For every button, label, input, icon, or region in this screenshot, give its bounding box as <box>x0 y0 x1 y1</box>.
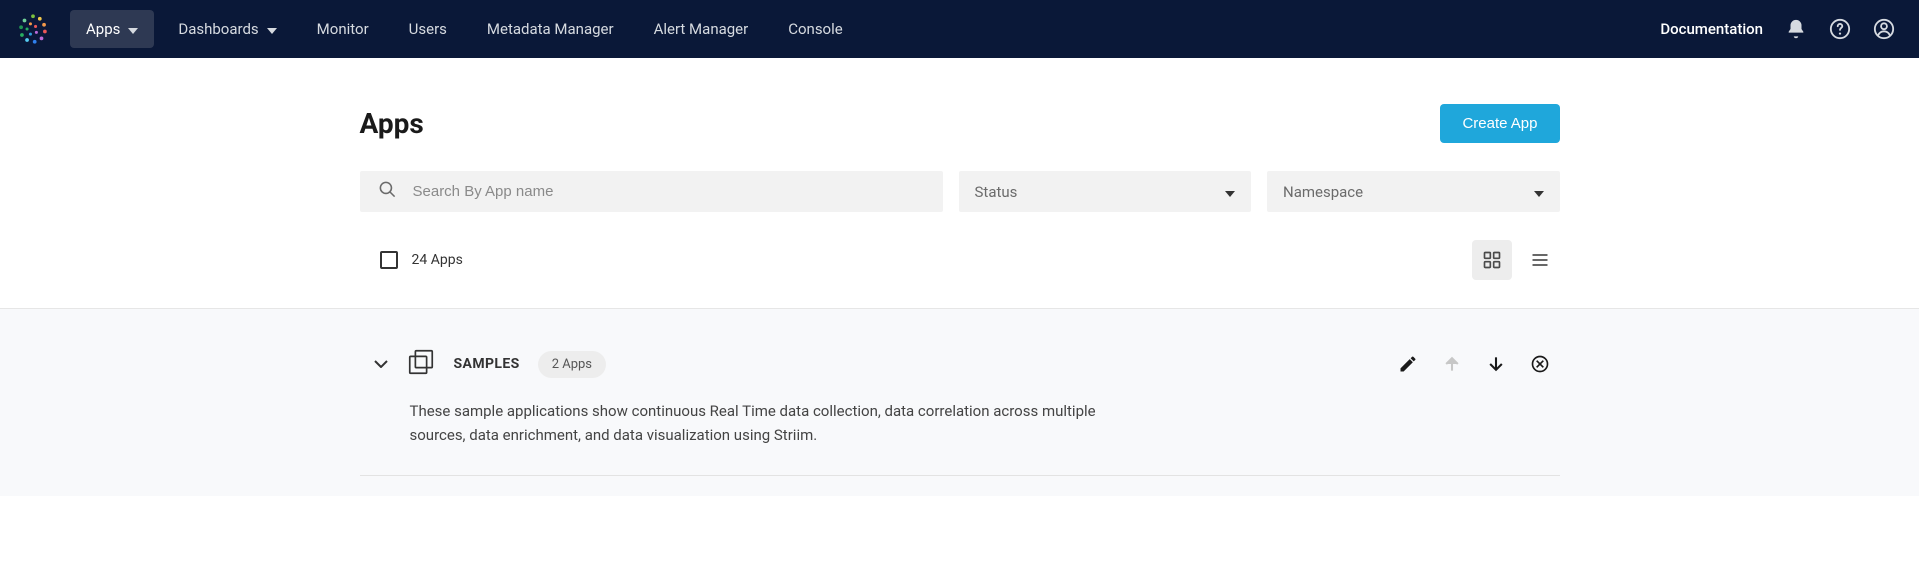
arrow-down-icon[interactable] <box>1486 354 1506 374</box>
group-badge: 2 Apps <box>538 351 606 378</box>
search-icon <box>378 180 397 203</box>
caret-down-icon <box>1534 183 1544 201</box>
caret-down-icon <box>128 20 138 38</box>
nav-item-console[interactable]: Console <box>772 10 859 48</box>
group-header: SAMPLES 2 Apps <box>360 347 1560 381</box>
count-row: 24 Apps <box>360 240 1560 308</box>
close-circle-icon[interactable] <box>1530 354 1550 374</box>
namespace-label: Namespace <box>1283 183 1363 201</box>
top-nav: Apps Dashboards Monitor Users Metadata M… <box>0 0 1919 58</box>
group-samples: SAMPLES 2 Apps These sample applications… <box>0 309 1919 496</box>
topbar-right: Documentation <box>1660 18 1895 40</box>
search-input[interactable] <box>413 183 925 200</box>
nav-item-dashboards[interactable]: Dashboards <box>162 10 292 48</box>
nav-item-users[interactable]: Users <box>393 10 463 48</box>
nav-label: Users <box>409 20 447 38</box>
page-title: Apps <box>360 107 424 140</box>
nav-label: Monitor <box>317 20 369 38</box>
stack-icon <box>406 347 436 381</box>
help-icon[interactable] <box>1829 18 1851 40</box>
brand-logo <box>16 12 50 46</box>
select-all-checkbox[interactable] <box>380 251 398 269</box>
nav-label: Dashboards <box>178 20 258 38</box>
nav-items: Apps Dashboards Monitor Users Metadata M… <box>70 10 859 48</box>
page-header: Apps Create App <box>360 104 1560 143</box>
account-icon[interactable] <box>1873 18 1895 40</box>
group-actions <box>1398 354 1560 374</box>
nav-label: Console <box>788 20 843 38</box>
documentation-link[interactable]: Documentation <box>1660 20 1763 38</box>
chevron-down-icon[interactable] <box>374 360 388 368</box>
nav-label: Apps <box>86 20 120 38</box>
nav-item-alert-manager[interactable]: Alert Manager <box>638 10 765 48</box>
list-view-button[interactable] <box>1520 240 1560 280</box>
status-label: Status <box>975 183 1018 201</box>
edit-icon[interactable] <box>1398 354 1418 374</box>
caret-down-icon <box>1225 183 1235 201</box>
caret-down-icon <box>267 20 277 38</box>
namespace-select[interactable]: Namespace <box>1267 171 1560 212</box>
nav-item-metadata-manager[interactable]: Metadata Manager <box>471 10 630 48</box>
grid-view-button[interactable] <box>1472 240 1512 280</box>
nav-item-apps[interactable]: Apps <box>70 10 154 48</box>
bell-icon[interactable] <box>1785 18 1807 40</box>
nav-label: Metadata Manager <box>487 20 614 38</box>
search-box[interactable] <box>360 171 943 212</box>
view-toggles <box>1472 240 1560 280</box>
create-app-button[interactable]: Create App <box>1440 104 1559 143</box>
status-select[interactable]: Status <box>959 171 1252 212</box>
count-left: 24 Apps <box>360 251 463 269</box>
main-content: Apps Create App Status Namespace 24 Apps <box>360 58 1560 308</box>
group-description: These sample applications show continuou… <box>360 399 1120 447</box>
nav-label: Alert Manager <box>654 20 749 38</box>
arrow-up-icon <box>1442 354 1462 374</box>
filter-row: Status Namespace <box>360 171 1560 212</box>
group-name: SAMPLES <box>454 356 520 372</box>
apps-count: 24 Apps <box>412 252 463 268</box>
nav-item-monitor[interactable]: Monitor <box>301 10 385 48</box>
group-divider <box>360 475 1560 476</box>
